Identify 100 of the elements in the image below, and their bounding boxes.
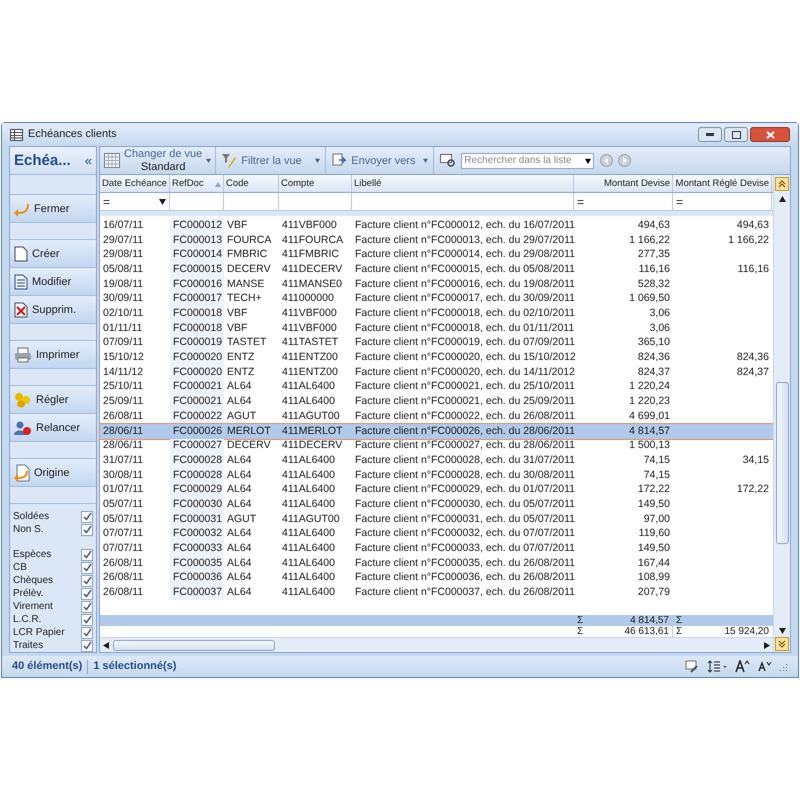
table-cell-text: 05/08/11 bbox=[103, 262, 144, 277]
table-cell-text: AL64 bbox=[227, 452, 252, 468]
checkbox[interactable] bbox=[81, 574, 93, 587]
sidebar-button[interactable]: Créer bbox=[10, 240, 96, 268]
table-row[interactable]: 29/08/11 FC000014 FMBRIC 411FMBRIC Facture client n°FC000014, ech. du 29/08/2011 277,35 bbox=[100, 248, 773, 262]
table-row[interactable]: 26/08/11 FC000036 AL64 411AL6400 Facture client n°FC000036, ech. du 26/08/2011 108,99 bbox=[100, 570, 773, 586]
column-header[interactable]: Code bbox=[224, 175, 279, 192]
table-cell-text: AL64 bbox=[227, 379, 252, 394]
column-header[interactable]: RefDoc bbox=[170, 175, 224, 192]
table-row[interactable]: 05/07/11 FC000031 AGUT 411AGUT00 Facture client n°FC000031, ech. du 05/07/2011 97,00 bbox=[100, 512, 773, 527]
table-row[interactable]: 07/07/11 FC000033 AL64 411AL6400 Facture client n°FC000033, ech. du 07/07/2011 149,50 bbox=[100, 542, 773, 556]
table-cell-text: 172,22 bbox=[736, 482, 769, 498]
column-header[interactable]: Date Echéance bbox=[100, 175, 170, 192]
sidebar-button[interactable]: Origine bbox=[10, 459, 96, 488]
table-cell-text: 07/09/11 bbox=[103, 335, 144, 350]
filter-operator[interactable]: = bbox=[577, 192, 584, 211]
send-to-button[interactable]: Envoyer vers bbox=[326, 147, 434, 174]
table-row[interactable]: 28/06/11 FC000027 DECERV 411DECERV Facture client n°FC000027, ech. du 28/06/2011 1 500,13 bbox=[100, 438, 773, 454]
checkbox[interactable] bbox=[81, 600, 93, 613]
item-count: 40 élément(s) bbox=[12, 659, 82, 674]
sidebar-button[interactable]: Supprim. bbox=[10, 296, 96, 324]
table-row[interactable]: 05/07/11 FC000030 AL64 411AL6400 Facture client n°FC000030, ech. du 05/07/2011 149,50 bbox=[100, 497, 773, 512]
table-row[interactable]: 02/10/11 FC000018 VBF 411VBF000 Facture client n°FC000018, ech. du 02/10/2011 3,06 bbox=[100, 306, 773, 322]
checkbox[interactable] bbox=[81, 510, 93, 523]
column-header[interactable]: Montant Réglé Devise bbox=[673, 175, 772, 192]
table-row[interactable]: 01/11/11 FC000018 VBF 411VBF000 Facture client n°FC000018, ech. du 01/11/2011 3,06 bbox=[100, 321, 773, 336]
search-field[interactable]: Rechercher dans la liste bbox=[461, 152, 594, 169]
table-cell-text: FC000030 bbox=[173, 496, 222, 512]
checkbox[interactable] bbox=[81, 614, 93, 626]
column-header[interactable]: Compte bbox=[279, 175, 352, 192]
checkbox[interactable] bbox=[81, 640, 93, 652]
selection-count: 1 sélectionné(s) bbox=[93, 659, 176, 674]
collapse-button[interactable]: « bbox=[84, 151, 92, 171]
table-row[interactable]: 07/07/11 FC000032 AL64 411AL6400 Facture client n°FC000032, ech. du 07/07/2011 119,60 bbox=[100, 526, 773, 542]
table-cell-text: 07/07/11 bbox=[103, 526, 144, 542]
table-row[interactable]: 16/07/11 FC000012 VBF 411VBF000 Facture client n°FC000012, ech. du 16/07/2011 494,63 494,63 bbox=[100, 218, 773, 234]
table-cell-text: FC000015 bbox=[173, 262, 222, 277]
checkbox[interactable] bbox=[81, 548, 93, 561]
table-row[interactable]: 30/08/11 FC000028 AL64 411AL6400 Facture client n°FC000028, ech. du 30/08/2011 74,15 bbox=[100, 468, 773, 483]
table-cell-text: Facture client n°FC000015, ech. du 05/08/2011 bbox=[355, 262, 575, 277]
column-header[interactable]: Montant Devise bbox=[574, 175, 673, 192]
table-row[interactable]: 05/08/11 FC000015 DECERV 411DECERV Facture client n°FC000015, ech. du 05/08/2011 116,16 116,16 bbox=[100, 262, 773, 278]
search-list-icon bbox=[440, 154, 456, 168]
table-cell-text: 29/08/11 bbox=[103, 247, 144, 262]
dropdown-caret-icon bbox=[315, 158, 320, 164]
table-row[interactable]: 19/08/11 FC000016 MANSE 411MANSE0 Facture client n°FC000016, ech. du 19/08/2011 528,32 bbox=[100, 277, 773, 292]
table-cell-text: Facture client n°FC000019, ech. du 07/09/2011 bbox=[355, 335, 575, 350]
table-row[interactable]: 29/07/11 FC000013 FOURCA 411FOURCA Facture client n°FC000013, ech. du 29/07/2011 1 166,22 1 166,22 bbox=[100, 233, 773, 248]
vertical-scrollbar[interactable] bbox=[773, 175, 790, 652]
sidebar-button[interactable]: Régler bbox=[10, 386, 96, 414]
minimize-button[interactable] bbox=[698, 127, 722, 142]
resize-grip-icon[interactable] bbox=[780, 662, 788, 671]
sum-sign: Σ bbox=[676, 614, 682, 627]
table-row[interactable]: 26/08/11 FC000035 AL64 411AL6400 Facture client n°FC000035, ech. du 26/08/2011 167,44 bbox=[100, 556, 773, 571]
table-cell-text: 05/07/11 bbox=[103, 512, 144, 527]
scrollbar-thumb[interactable] bbox=[776, 382, 788, 544]
filter-label: Soldées bbox=[13, 510, 50, 524]
table-cell-text: FC000020 bbox=[173, 364, 222, 380]
table-row[interactable]: 26/08/11 FC000022 AGUT 411AGUT00 Facture client n°FC000022, ech. du 26/08/2011 4 699,01 bbox=[100, 409, 773, 424]
table-row[interactable]: 30/09/11 FC000017 TECH+ 411000000 Facture client n°FC000017, ech. du 30/09/2011 1 069,50 bbox=[100, 292, 773, 307]
font-size-down-icon bbox=[758, 661, 772, 672]
table-cell-text: ENTZ bbox=[227, 364, 254, 380]
table-cell-text: TECH+ bbox=[227, 291, 262, 306]
checkbox[interactable] bbox=[81, 562, 93, 574]
pencil-filter-icon bbox=[221, 153, 238, 168]
sidebar-button[interactable]: Relancer bbox=[10, 414, 96, 442]
table-cell-text: 30/08/11 bbox=[103, 468, 144, 483]
sidebar-button[interactable]: Imprimer bbox=[10, 341, 96, 370]
scroll-top-button[interactable] bbox=[775, 177, 789, 192]
table-cell-text: Facture client n°FC000012, ech. du 16/07/2011 bbox=[355, 218, 575, 233]
table-cell-text: VBF bbox=[227, 306, 248, 321]
table-row[interactable]: 14/11/12 FC000020 ENTZ 411ENTZ00 Facture client n°FC000020, ech. du 14/11/2012 824,37 824,37 bbox=[100, 365, 773, 380]
table-row[interactable]: 28/06/11 FC000026 MERLOT 411MERLOT Facture client n°FC000026, ech. du 28/06/2011 4 814,57 bbox=[100, 424, 773, 439]
table-cell-text: 172,22 bbox=[638, 482, 670, 498]
sidebar-button[interactable]: Fermer bbox=[10, 195, 96, 224]
table-row[interactable]: 25/09/11 FC000021 AL64 411AL6400 Facture client n°FC000021, ech. du 25/09/2011 1 220,23 bbox=[100, 394, 773, 410]
table-row[interactable]: 31/07/11 FC000028 AL64 411AL6400 Facture client n°FC000028, ech. du 31/07/2011 74,15 34,15 bbox=[100, 453, 773, 468]
filter-view-button[interactable]: Filtrer la vue bbox=[216, 147, 326, 174]
filter-operator[interactable]: = bbox=[103, 192, 110, 211]
scrollbar-thumb[interactable] bbox=[113, 640, 275, 651]
checkbox[interactable] bbox=[81, 524, 93, 536]
table-row[interactable]: 25/10/11 FC000021 AL64 411AL6400 Facture client n°FC000021, ech. du 25/10/2011 1 220,24 bbox=[100, 380, 773, 395]
close-button[interactable] bbox=[750, 127, 790, 142]
filter-operator[interactable]: = bbox=[676, 192, 684, 211]
horizontal-scrollbar[interactable] bbox=[100, 637, 773, 652]
table-row[interactable]: 07/09/11 FC000019 TASTET 411TASTET Facture client n°FC000019, ech. du 07/09/2011 365,10 bbox=[100, 336, 773, 351]
coins-icon bbox=[14, 392, 32, 408]
table-cell-text: FC000014 bbox=[173, 247, 222, 262]
table-row[interactable]: 15/10/12 FC000020 ENTZ 411ENTZ00 Facture client n°FC000020, ech. du 15/10/2012 824,36 824,36 bbox=[100, 350, 773, 366]
table-row[interactable]: 01/07/11 FC000029 AL64 411AL6400 Facture client n°FC000029, ech. du 01/07/2011 172,22 172,22 bbox=[100, 482, 773, 498]
scroll-bottom-button[interactable] bbox=[775, 637, 789, 652]
table-cell-text: 74,15 bbox=[644, 452, 670, 468]
change-view-button[interactable]: Changer de vue Standard bbox=[100, 147, 216, 174]
column-header[interactable]: Libellé bbox=[352, 175, 574, 192]
checkbox[interactable] bbox=[81, 588, 93, 600]
maximize-button[interactable] bbox=[724, 127, 748, 142]
checkbox[interactable] bbox=[81, 626, 93, 639]
table-cell-text: Facture client n°FC000029, ech. du 01/07/2011 bbox=[355, 482, 575, 498]
table-row[interactable]: 26/08/11 FC000037 AL64 411AL6400 Facture client n°FC000037, ech. du 26/08/2011 207,79 bbox=[100, 586, 773, 600]
sidebar-button[interactable]: Modifier bbox=[10, 268, 96, 296]
